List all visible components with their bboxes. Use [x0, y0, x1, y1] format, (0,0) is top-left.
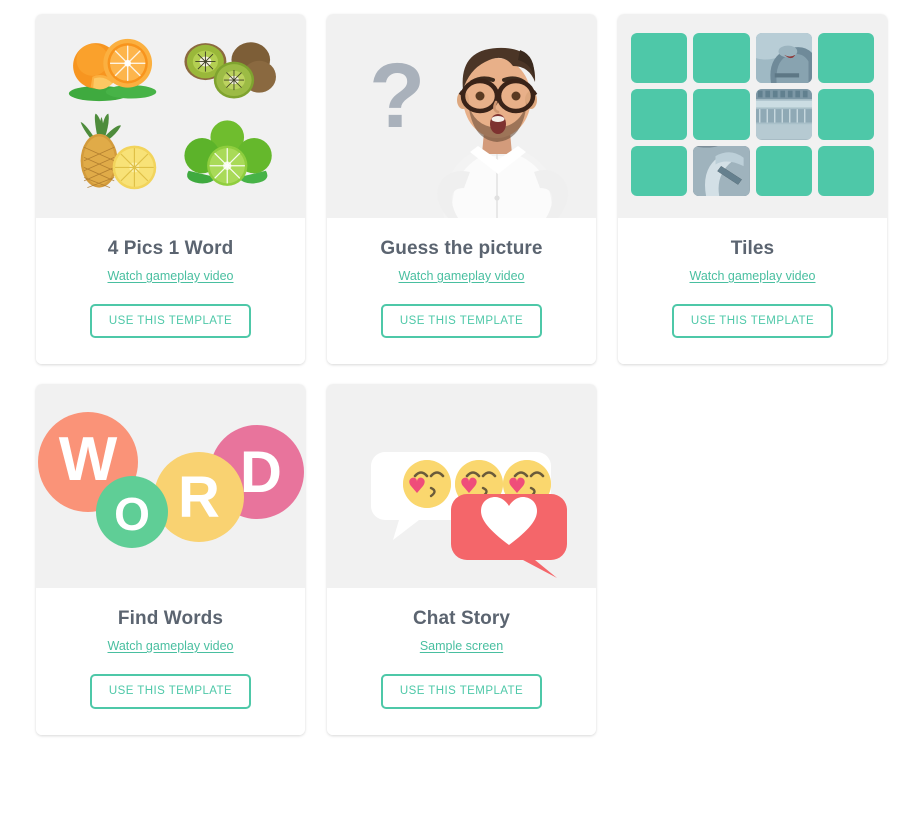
- use-this-template-button[interactable]: USE THIS TEMPLATE: [380, 674, 543, 709]
- use-this-template-button[interactable]: USE THIS TEMPLATE: [89, 674, 252, 709]
- tile-cell: [631, 89, 688, 140]
- use-this-template-button[interactable]: USE THIS TEMPLATE: [89, 303, 252, 339]
- template-card-tiles[interactable]: Tiles Watch gameplay video USE THIS TEMP…: [618, 14, 887, 365]
- template-thumbnail-find-words: W O R D: [36, 384, 305, 589]
- svg-text:D: D: [240, 440, 282, 505]
- template-card-body: Guess the picture Watch gameplay video U…: [327, 218, 596, 365]
- tile-cell: [817, 89, 874, 140]
- fruit-pineapple-icon: [58, 112, 171, 196]
- tile-cell: [817, 33, 874, 84]
- template-title: Guess the picture: [380, 238, 543, 259]
- template-thumbnail-fruit-collage: [36, 14, 305, 218]
- template-card-body: Tiles Watch gameplay video USE THIS TEMP…: [618, 218, 887, 365]
- tile-cell: [755, 145, 812, 196]
- use-this-template-button[interactable]: USE THIS TEMPLATE: [380, 303, 543, 339]
- fruit-limes-icon: [171, 112, 284, 196]
- watch-gameplay-video-link[interactable]: Watch gameplay video: [690, 269, 816, 283]
- chat-bubbles-graphic: [371, 452, 567, 579]
- watch-gameplay-video-link[interactable]: Watch gameplay video: [108, 269, 234, 283]
- template-title: Chat Story: [412, 608, 511, 630]
- template-thumbnail-guess-the-picture: ?: [327, 14, 596, 218]
- template-title: Tiles: [730, 238, 775, 259]
- use-this-template-button[interactable]: USE THIS TEMPLATE: [671, 303, 834, 339]
- word-circles-graphic: W O R D: [38, 412, 304, 549]
- template-thumbnail-chat-story: [327, 384, 596, 589]
- template-title: Find Words: [117, 608, 224, 630]
- template-card-body: Chat Story Sample screen USE THIS TEMPLA…: [327, 588, 596, 735]
- watch-gameplay-video-link[interactable]: Watch gameplay video: [108, 639, 234, 653]
- template-gallery: 4 Pics 1 Word Watch gameplay video USE T…: [0, 0, 909, 735]
- svg-text:R: R: [178, 465, 220, 530]
- template-card-body: 4 Pics 1 Word Watch gameplay video USE T…: [36, 218, 305, 365]
- tile-cell-revealed: [755, 89, 812, 140]
- tile-cell: [631, 33, 688, 84]
- template-card-chat-story[interactable]: Chat Story Sample screen USE THIS TEMPLA…: [327, 384, 596, 735]
- fruit-oranges-icon: [58, 28, 171, 112]
- surprised-man-photo: [437, 47, 569, 218]
- watch-gameplay-video-link[interactable]: Watch gameplay video: [399, 269, 525, 283]
- template-card-find-words[interactable]: W O R D Find Words Watch gameplay video …: [36, 384, 305, 735]
- kissing-emoji-icon: [403, 460, 451, 509]
- template-title: 4 Pics 1 Word: [107, 238, 234, 259]
- template-thumbnail-tiles: [618, 14, 887, 218]
- template-card-four-pics-one-word[interactable]: 4 Pics 1 Word Watch gameplay video USE T…: [36, 14, 305, 365]
- tile-cell: [693, 33, 750, 84]
- svg-text:W: W: [59, 425, 118, 494]
- svg-text:O: O: [114, 488, 150, 540]
- fruit-kiwis-icon: [171, 28, 284, 112]
- template-card-body: Find Words Watch gameplay video USE THIS…: [36, 588, 305, 735]
- template-card-guess-the-picture[interactable]: ? Guess the picture Watch gameplay video…: [327, 14, 596, 365]
- tile-cell: [817, 145, 874, 196]
- tile-cell: [631, 145, 688, 196]
- tile-cell-revealed: [693, 145, 750, 196]
- tile-cell: [693, 89, 750, 140]
- tile-cell-revealed: [755, 33, 812, 84]
- sample-screen-link[interactable]: Sample screen: [420, 639, 503, 653]
